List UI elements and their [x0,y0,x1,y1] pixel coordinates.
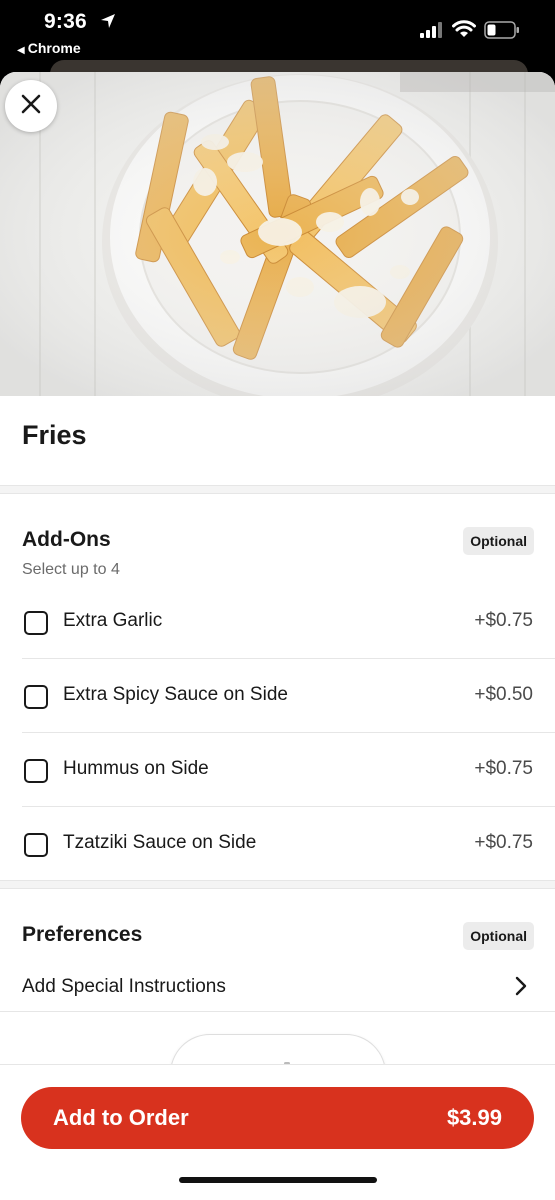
addon-label: Extra Garlic [63,610,163,631]
preferences-title: Preferences [22,923,143,946]
addon-checkbox[interactable] [24,685,48,709]
battery-icon [484,21,520,44]
addons-title: Add-Ons [22,528,111,551]
back-app-label: Chrome [27,40,81,56]
back-triangle-icon: ◀ [17,45,25,56]
item-title: Fries [22,420,87,450]
status-bar: 9:36 ◀ Chrome [0,0,555,62]
addon-option-row[interactable]: Tzatziki Sauce on Side +$0.75 [0,807,555,881]
location-arrow-icon [100,13,116,34]
addons-subtitle: Select up to 4 [22,561,120,578]
add-to-order-label: Add to Order [53,1105,189,1130]
special-instructions-label: Add Special Instructions [22,976,226,997]
addon-checkbox[interactable] [24,833,48,857]
home-indicator [179,1177,377,1183]
addon-price: +$0.75 [474,610,533,631]
row-divider [0,1011,555,1012]
add-to-order-button[interactable]: Add to Order $3.99 [21,1087,534,1149]
addon-checkbox[interactable] [24,611,48,635]
chevron-right-icon [515,976,527,1001]
section-divider [0,485,555,494]
addon-option-row[interactable]: Hummus on Side +$0.75 [0,733,555,807]
status-time: 9:36 [44,10,87,33]
addon-price: +$0.50 [474,684,533,705]
add-to-order-price: $3.99 [446,1105,502,1130]
back-to-app-link[interactable]: ◀ Chrome [17,40,81,56]
wifi-icon [452,19,476,44]
close-button[interactable] [5,80,57,132]
section-divider [0,880,555,889]
item-photo [0,72,555,396]
addon-checkbox[interactable] [24,759,48,783]
addon-label: Tzatziki Sauce on Side [63,832,257,853]
addon-label: Extra Spicy Sauce on Side [63,684,288,705]
close-icon [21,94,41,119]
order-footer: Add to Order $3.99 [0,1064,555,1200]
addon-price: +$0.75 [474,758,533,779]
addon-option-row[interactable]: Extra Garlic +$0.75 [0,585,555,659]
item-detail-sheet: Fries Add-Ons Optional Select up to 4 Ex… [0,72,555,1200]
addons-optional-badge: Optional [463,527,534,555]
preferences-optional-badge: Optional [463,922,534,950]
addon-label: Hummus on Side [63,758,209,779]
addon-option-row[interactable]: Extra Spicy Sauce on Side +$0.50 [0,659,555,733]
special-instructions-row[interactable]: Add Special Instructions [0,962,555,1012]
addon-price: +$0.75 [474,832,533,853]
cellular-signal-icon [420,22,444,43]
